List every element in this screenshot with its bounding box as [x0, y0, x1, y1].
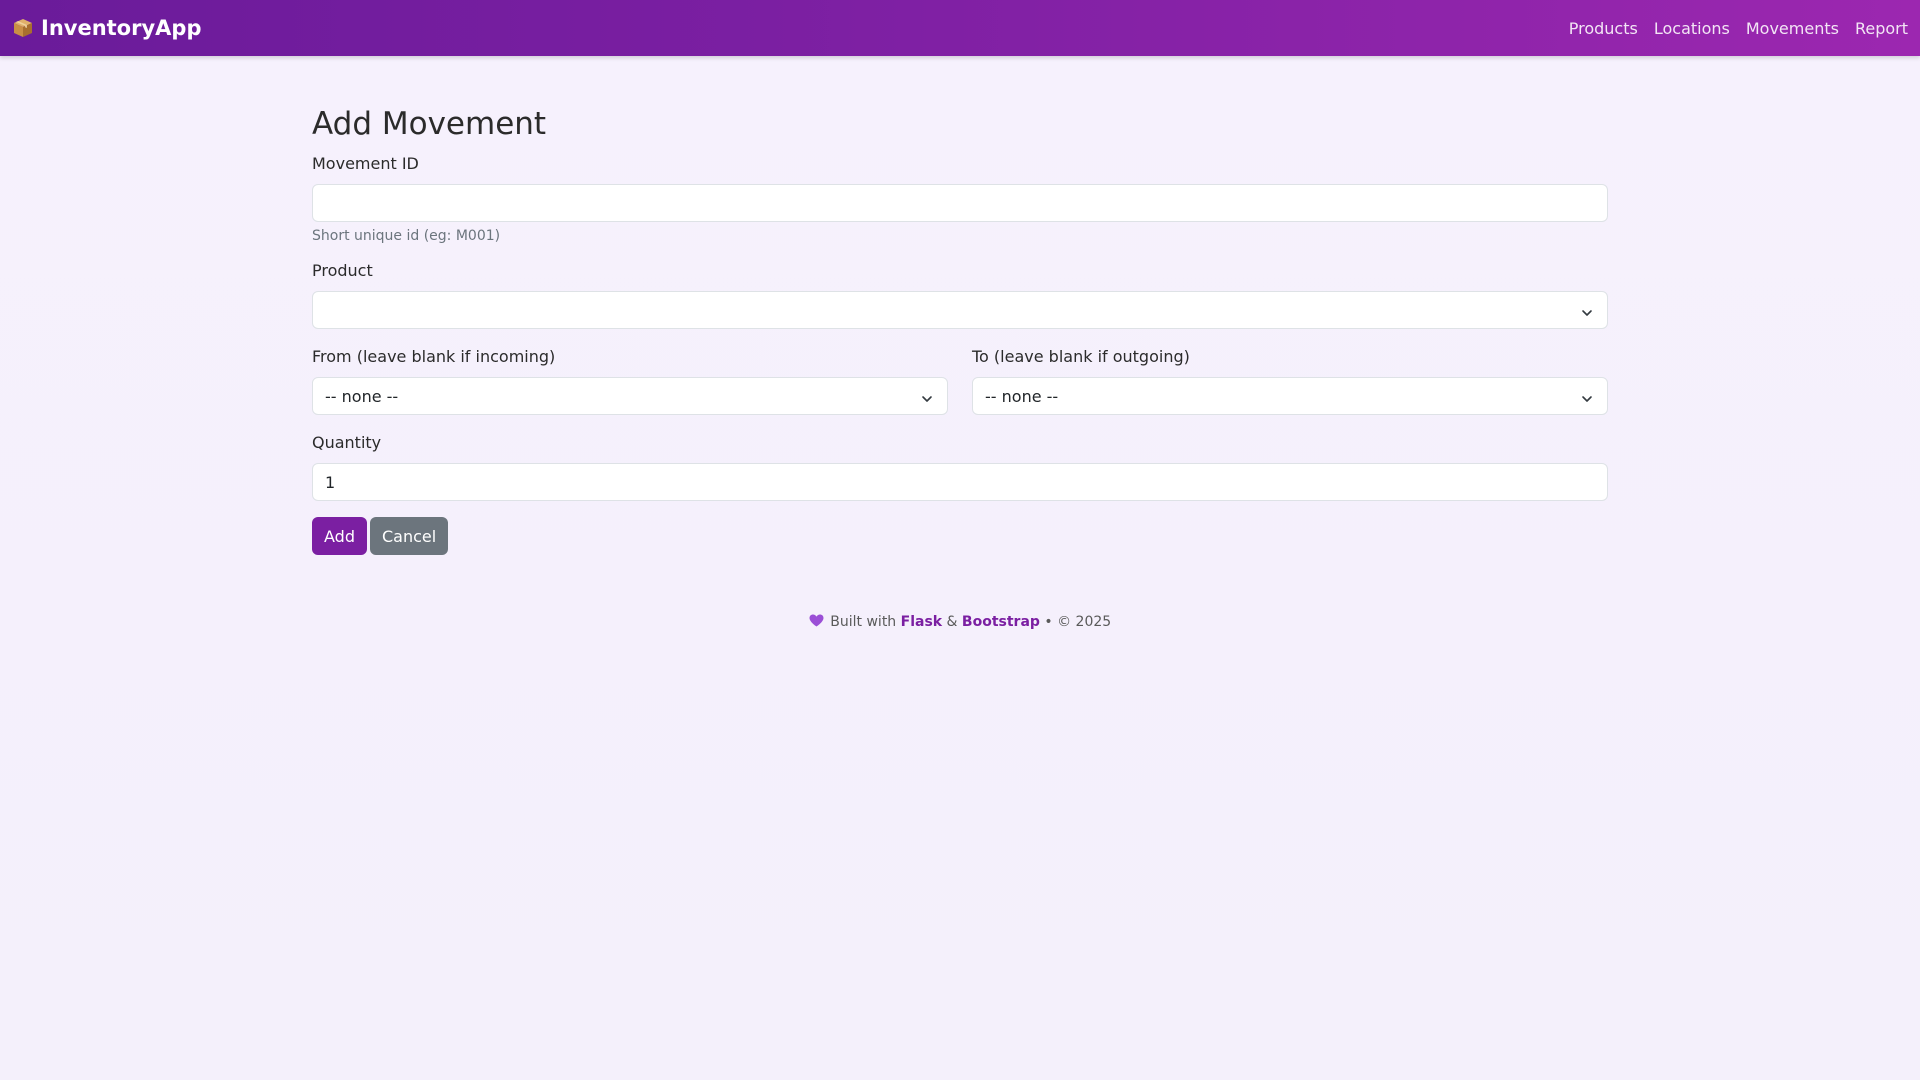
movement-id-group: Movement ID Short unique id (eg: M001)	[312, 152, 1608, 247]
top-navbar: InventoryApp Products Locations Movement…	[0, 0, 1920, 56]
flask-link[interactable]: Flask	[901, 614, 942, 630]
from-to-row: From (leave blank if incoming) -- none -…	[312, 345, 1608, 415]
quantity-label: Quantity	[312, 433, 382, 452]
cancel-button[interactable]: Cancel	[369, 517, 449, 555]
from-group: From (leave blank if incoming) -- none -…	[312, 345, 948, 415]
footer: Built with Flask & Bootstrap • © 2025	[0, 614, 1920, 630]
to-label: To (leave blank if outgoing)	[972, 347, 1190, 366]
package-icon	[12, 17, 34, 39]
nav-link-report[interactable]: Report	[1855, 19, 1908, 38]
to-group: To (leave blank if outgoing) -- none --	[972, 345, 1608, 415]
movement-id-input[interactable]	[312, 184, 1608, 222]
product-select[interactable]	[312, 291, 1608, 329]
chevron-down-icon	[1581, 304, 1593, 316]
brand-link[interactable]: InventoryApp	[12, 16, 201, 40]
brand-name: InventoryApp	[41, 16, 202, 40]
nav-links: Products Locations Movements Report	[1569, 19, 1908, 38]
bootstrap-link[interactable]: Bootstrap	[962, 614, 1040, 630]
movement-id-help: Short unique id (eg: M001)	[312, 228, 501, 244]
footer-ampersand: &	[946, 614, 958, 630]
footer-built-with: Built with	[830, 614, 897, 630]
quantity-input[interactable]	[312, 463, 1608, 501]
main-container: Add Movement Movement ID Short unique id…	[312, 104, 1608, 555]
nav-link-locations[interactable]: Locations	[1654, 19, 1730, 38]
product-group: Product	[312, 259, 1608, 329]
quantity-group: Quantity	[312, 431, 1608, 501]
nav-link-products[interactable]: Products	[1569, 19, 1638, 38]
add-button[interactable]: Add	[312, 517, 367, 555]
movement-id-label: Movement ID	[312, 154, 419, 173]
to-selected-value: -- none --	[985, 386, 1059, 406]
from-label: From (leave blank if incoming)	[312, 347, 556, 366]
form-actions: Add Cancel	[312, 517, 1608, 555]
from-selected-value: -- none --	[325, 386, 399, 406]
product-label: Product	[312, 261, 373, 280]
purple-heart-icon	[809, 614, 824, 627]
to-location-select[interactable]: -- none --	[972, 377, 1608, 415]
page-title: Add Movement	[312, 106, 547, 142]
nav-link-movements[interactable]: Movements	[1746, 19, 1839, 38]
from-location-select[interactable]: -- none --	[312, 377, 948, 415]
chevron-down-icon	[921, 390, 933, 402]
chevron-down-icon	[1581, 390, 1593, 402]
footer-copyright: • © 2025	[1044, 614, 1112, 630]
